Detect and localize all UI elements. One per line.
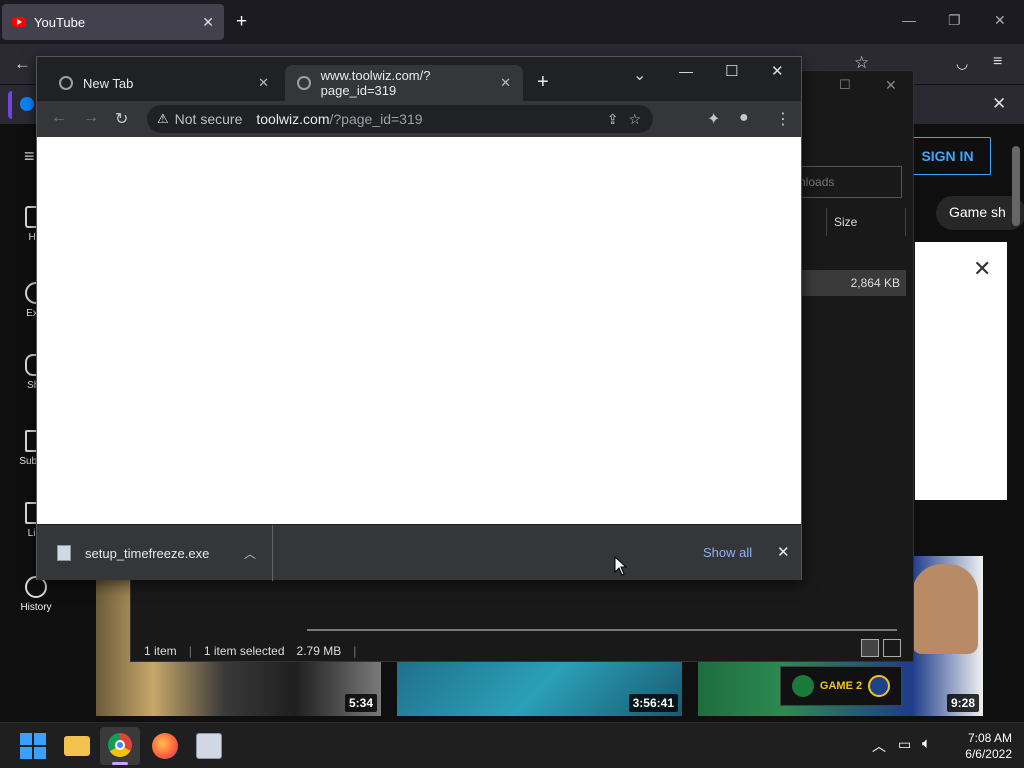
extensions-puzzle-icon[interactable]: ✦ (707, 109, 720, 129)
chip-label: Game sh (949, 204, 1006, 220)
maximize-button[interactable]: ☐ (725, 62, 738, 80)
download-item[interactable]: setup_timefreeze.exe ︿ (37, 525, 273, 581)
column-header-label: Size (834, 215, 858, 229)
game-badge-label: GAME 2 (819, 680, 863, 692)
close-popup-icon[interactable]: ✕ (973, 256, 991, 282)
explorer-close-button[interactable]: ✕ (885, 77, 897, 94)
restore-button[interactable]: ❐ (948, 12, 961, 29)
hamburger-menu-icon[interactable]: ≡ (24, 146, 35, 167)
firefox-icon[interactable] (152, 733, 178, 759)
tab-title: www.toolwiz.com/?page_id=319 (320, 68, 431, 98)
status-selected: 1 item selected (203, 644, 285, 658)
video-duration: 9:28 (946, 694, 979, 712)
celtics-logo-icon (791, 675, 814, 697)
menu-icon[interactable]: ≡ (993, 53, 1002, 71)
file-explorer-icon[interactable] (64, 736, 90, 756)
network-icon[interactable]: ▭ (898, 736, 911, 753)
search-placeholder: nloads (799, 175, 835, 189)
chrome-tab-strip: New Tab ✕ www.toolwiz.com/?page_id=319 ✕… (37, 57, 801, 101)
horizontal-scrollbar[interactable] (307, 629, 897, 631)
sidebar-item-history[interactable]: History (0, 576, 72, 613)
status-size: 2.79 MB (296, 644, 342, 658)
back-arrow-icon[interactable]: ← (51, 109, 67, 127)
new-tab-button[interactable]: + (537, 71, 549, 94)
youtube-logo-icon (12, 17, 26, 27)
player-image (912, 564, 978, 654)
close-tab-icon[interactable]: ✕ (258, 75, 269, 91)
menu-kebab-icon[interactable]: ⋮ (775, 109, 791, 129)
back-arrow-icon[interactable]: ← (14, 54, 31, 74)
close-infobar-icon[interactable]: ✕ (992, 94, 1006, 114)
warning-icon: ⚠ (157, 111, 169, 126)
download-filename: setup_timefreeze.exe (85, 545, 210, 561)
show-all-link[interactable]: Show all (703, 545, 752, 560)
address-bar[interactable]: ⚠ Not secure toolwiz.com/?page_id=319 ⇪ … (147, 105, 653, 133)
new-tab-button[interactable]: + (236, 11, 247, 33)
video-duration: 5:34 (344, 694, 377, 712)
firefox-tab-youtube[interactable]: YouTube ✕ (2, 4, 224, 40)
status-item-count: 1 item (144, 644, 177, 658)
share-icon[interactable]: ⇪ (607, 111, 619, 128)
video-duration: 3:56:41 (628, 694, 678, 712)
clock-time: 7:08 AM (967, 731, 1012, 745)
taskbar: ︿ ▭ 🔈︎ 7:08 AM 6/6/2022 (0, 722, 1024, 768)
tab-title: YouTube (34, 14, 86, 30)
file-row[interactable]: 2,864 KB (800, 270, 906, 296)
minimize-button[interactable]: — (902, 12, 916, 28)
explorer-status-bar: 1 item | 1 item selected 2.79 MB | (144, 644, 357, 658)
explorer-search-input[interactable]: nloads (790, 166, 902, 198)
globe-icon (297, 76, 311, 90)
windows-start-icon[interactable] (20, 733, 46, 759)
chrome-logo-icon (59, 76, 73, 90)
system-clock[interactable]: 7:08 AM 6/6/2022 (965, 730, 1012, 762)
close-tab-icon[interactable]: ✕ (202, 14, 214, 31)
volume-icon[interactable]: 🔈︎ (922, 735, 931, 752)
firefox-tab-strip: YouTube ✕ + — ❐ ✕ (0, 0, 1024, 44)
close-window-button[interactable]: ✕ (994, 12, 1006, 29)
tab-new-tab[interactable]: New Tab ✕ (47, 65, 281, 101)
security-label: Not secure (174, 111, 243, 127)
game-badge: GAME 2 (780, 666, 902, 706)
chevron-up-icon[interactable]: ︿ (872, 736, 886, 756)
download-shelf: setup_timefreeze.exe ︿ Show all ✕ (37, 524, 801, 581)
url-path: /?page_id=319 (329, 111, 423, 127)
sign-in-button[interactable]: SIGN IN (904, 137, 991, 175)
video-thumbnail[interactable]: 3:56:41 (397, 660, 682, 716)
chip-game-shows[interactable]: Game sh (936, 196, 1024, 230)
mouse-cursor-icon (614, 556, 628, 576)
warriors-logo-icon (868, 675, 891, 697)
scrollbar[interactable] (1012, 146, 1020, 226)
sidebar-item-label: History (20, 602, 52, 613)
chrome-icon (108, 733, 132, 757)
file-size: 2,864 KB (850, 276, 900, 290)
promo-popup: ✕ (915, 242, 1007, 500)
forward-arrow-icon[interactable]: → (83, 109, 99, 127)
chrome-toolbar: ← → ↻ ⚠ Not secure toolwiz.com/?page_id=… (37, 101, 801, 137)
tab-search-chevron-icon[interactable]: ⌄ (633, 65, 646, 85)
reload-icon[interactable]: ↻ (115, 109, 128, 129)
pocket-icon[interactable]: ◡ (956, 55, 968, 72)
close-tab-icon[interactable]: ✕ (500, 75, 511, 91)
chevron-up-icon[interactable]: ︿ (244, 545, 256, 562)
chrome-taskbar-button[interactable] (100, 727, 140, 765)
page-content (37, 137, 801, 524)
close-download-shelf-icon[interactable]: ✕ (777, 543, 790, 561)
sign-in-label: SIGN IN (921, 148, 974, 164)
setup-app-icon[interactable] (196, 733, 222, 759)
column-header-size[interactable]: Size (826, 208, 906, 236)
installer-file-icon (57, 545, 71, 561)
profile-avatar-icon[interactable]: ● (739, 109, 749, 127)
clock-date: 6/6/2022 (965, 747, 1012, 761)
info-icon (20, 97, 34, 111)
tab-title: New Tab (83, 75, 134, 91)
explorer-maximize-button[interactable]: ☐ (839, 77, 851, 93)
url-host: toolwiz.com (256, 111, 330, 127)
info-bar-accent (8, 91, 38, 119)
minimize-button[interactable]: — (679, 63, 693, 79)
bookmark-star-icon[interactable]: ☆ (628, 111, 641, 128)
close-window-button[interactable]: ✕ (771, 62, 784, 80)
tab-toolwiz[interactable]: www.toolwiz.com/?page_id=319 ✕ (285, 65, 523, 101)
chrome-window: New Tab ✕ www.toolwiz.com/?page_id=319 ✕… (36, 56, 802, 581)
